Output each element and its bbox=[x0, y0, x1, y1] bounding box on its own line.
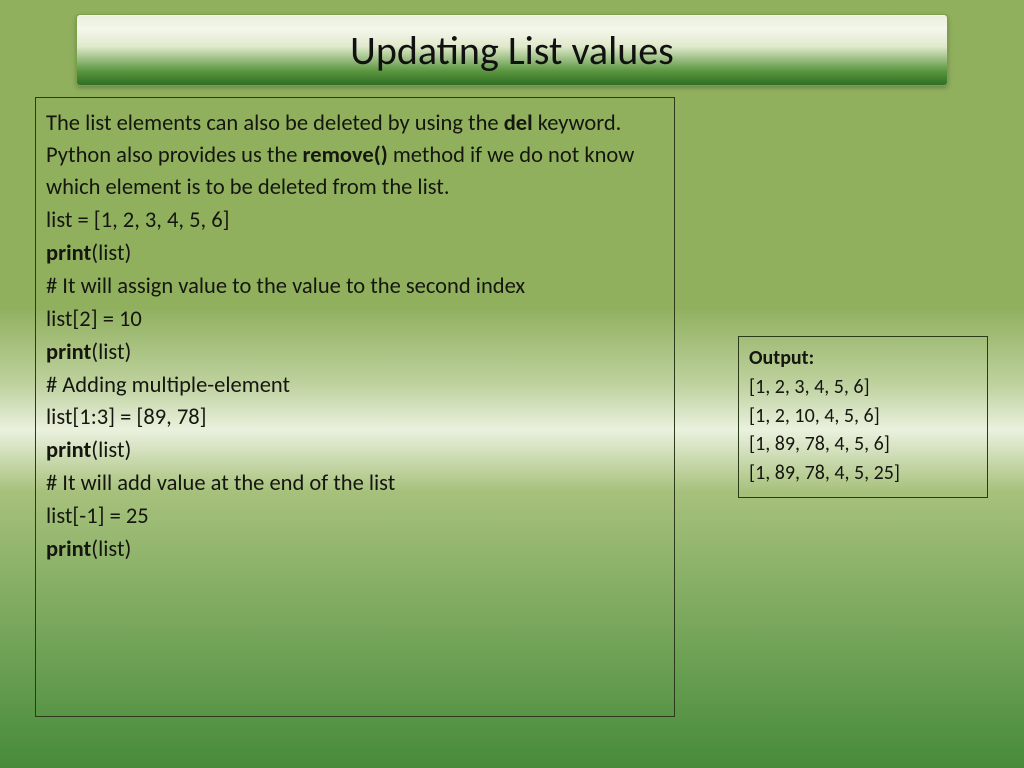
code-line: list[1:3] = [89, 78] bbox=[46, 402, 662, 434]
slide-title: Updating List values bbox=[350, 26, 674, 75]
print-args: (list) bbox=[91, 437, 131, 464]
code-line: list[2] = 10 bbox=[46, 304, 662, 336]
print-args: (list) bbox=[91, 339, 131, 366]
code-line: list[-1] = 25 bbox=[46, 501, 662, 533]
print-keyword: print bbox=[46, 240, 91, 267]
slide: Updating List values The list elements c… bbox=[0, 0, 1024, 768]
code-comment: # Adding multiple-element bbox=[46, 370, 662, 402]
code-line: print(list) bbox=[46, 534, 662, 566]
code-comment: # It will assign value to the value to t… bbox=[46, 271, 662, 303]
output-box: Output: [1, 2, 3, 4, 5, 6] [1, 2, 10, 4,… bbox=[738, 336, 988, 498]
code-line: print(list) bbox=[46, 238, 662, 270]
print-args: (list) bbox=[91, 536, 131, 563]
title-bar: Updating List values bbox=[76, 14, 948, 86]
content-box: The list elements can also be deleted by… bbox=[35, 97, 675, 717]
code-line: print(list) bbox=[46, 337, 662, 369]
output-line: [1, 2, 3, 4, 5, 6] bbox=[749, 373, 977, 402]
intro-text-1: The list elements can also be deleted by… bbox=[46, 110, 504, 137]
print-args: (list) bbox=[91, 240, 131, 267]
remove-keyword: remove() bbox=[303, 142, 388, 169]
del-keyword: del bbox=[504, 110, 533, 137]
output-line: [1, 89, 78, 4, 5, 25] bbox=[749, 459, 977, 488]
code-line: list = [1, 2, 3, 4, 5, 6] bbox=[46, 205, 662, 237]
intro-paragraph: The list elements can also be deleted by… bbox=[46, 108, 662, 204]
output-label: Output: bbox=[749, 346, 814, 370]
code-comment: # It will add value at the end of the li… bbox=[46, 468, 662, 500]
output-line: [1, 89, 78, 4, 5, 6] bbox=[749, 430, 977, 459]
print-keyword: print bbox=[46, 437, 91, 464]
output-line: [1, 2, 10, 4, 5, 6] bbox=[749, 402, 977, 431]
print-keyword: print bbox=[46, 339, 91, 366]
code-line: print(list) bbox=[46, 435, 662, 467]
print-keyword: print bbox=[46, 536, 91, 563]
